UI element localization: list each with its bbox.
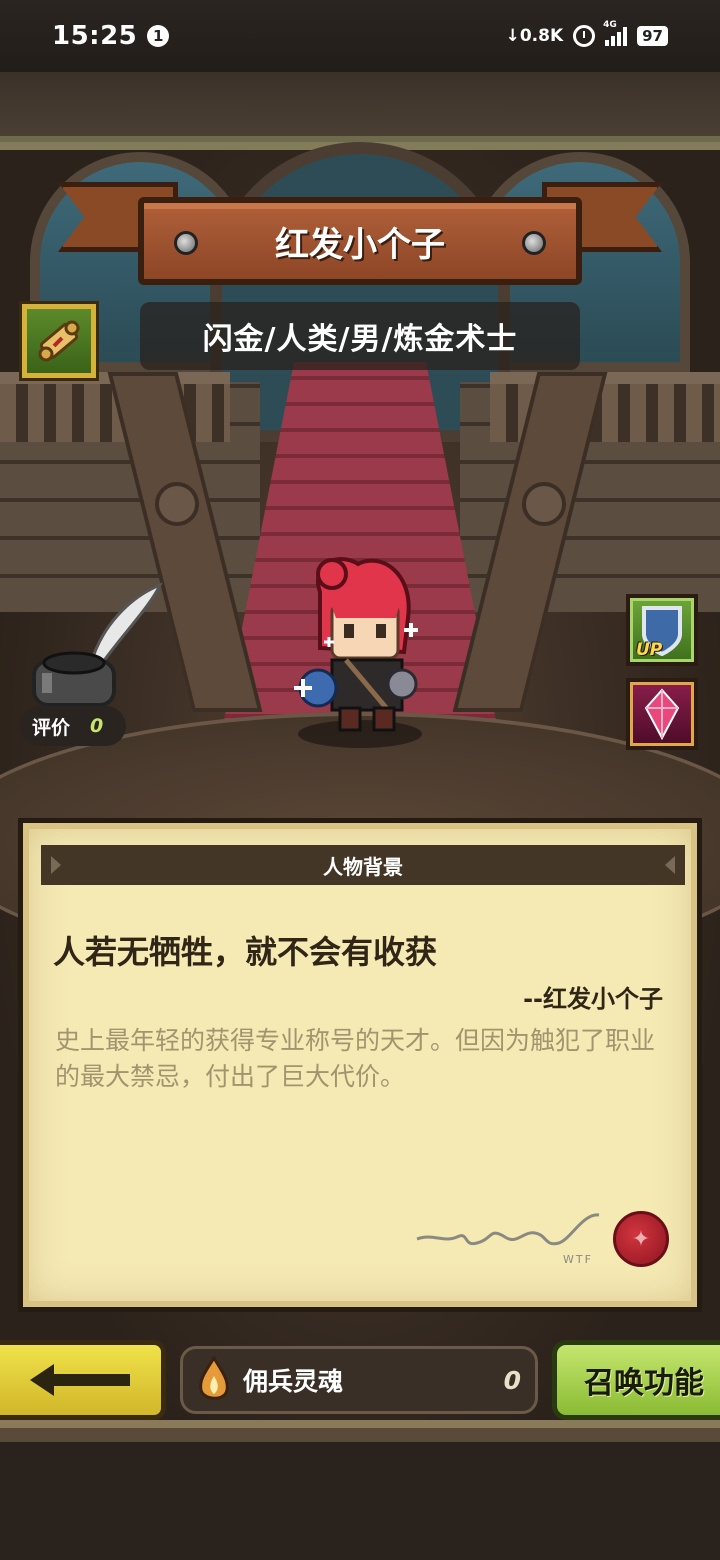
rating-label: 评价: [32, 716, 71, 739]
triangle-right-icon: [665, 856, 675, 874]
quote-attribution: --红发小个子: [523, 985, 663, 1013]
upgrade-button[interactable]: UP: [626, 594, 698, 666]
hero-sprite[interactable]: [280, 552, 440, 752]
alarm-icon: [573, 25, 596, 47]
bottom-bar: 佣兵灵魂 0 召唤功能: [0, 1336, 720, 1420]
download-speed: ↓0.8K: [505, 26, 564, 46]
status-time: 15:25: [52, 21, 138, 51]
summon-button[interactable]: 召唤功能: [552, 1340, 720, 1420]
status-icons: ↓0.8K 4G 97: [505, 20, 668, 47]
soul-label: 佣兵灵魂: [243, 1367, 344, 1396]
rail-post: [155, 482, 199, 526]
upgrade-label: UP: [636, 640, 663, 660]
status-bar: 15:25 1 ↓0.8K 4G 97: [0, 0, 720, 72]
hero-quote: 人若无牺牲，就不会有收获: [53, 933, 438, 971]
ground-floor: [0, 1420, 720, 1560]
signature: WTF: [413, 1203, 613, 1273]
inkpot-quill-icon[interactable]: [20, 577, 170, 707]
scroll-button[interactable]: [22, 304, 96, 378]
notification-badge: 1: [147, 25, 170, 47]
soul-flame-icon: [199, 1356, 229, 1400]
rating-badge: 评价 0: [20, 706, 126, 746]
signal-icon: 4G: [603, 20, 628, 46]
triangle-left-icon: [51, 856, 61, 874]
rating-value: 0: [90, 715, 104, 737]
signature-caption: WTF: [563, 1253, 593, 1266]
crystal-icon: [644, 688, 680, 740]
hero-subtitle: 闪金/人类/男/炼金术士: [140, 302, 580, 370]
game-scene: 红发小个子 闪金/人类/男/炼金术士 评价 0 UP 人物背景 人若无牺牲，就不…: [0, 72, 720, 1460]
title-banner: 红发小个子: [58, 162, 662, 292]
crystal-button[interactable]: [626, 678, 698, 750]
wax-seal-icon: ✦: [613, 1211, 669, 1267]
back-button[interactable]: [0, 1340, 166, 1420]
rivet-icon: [174, 231, 198, 255]
battery-indicator: 97: [637, 26, 668, 46]
mercenary-soul-counter: 佣兵灵魂 0: [180, 1346, 538, 1414]
wall-top: [0, 72, 720, 150]
scroll-icon: [38, 320, 80, 362]
panel-header: 人物背景: [41, 845, 685, 885]
soul-count: 0: [503, 1365, 521, 1395]
hero-description: 史上最年轻的获得专业称号的天才。但因为触犯了职业的最大禁忌，付出了巨大代价。: [55, 1026, 656, 1091]
rail-post: [522, 482, 566, 526]
panel-header-title: 人物背景: [323, 854, 403, 879]
arrow-left-icon: [29, 1364, 130, 1396]
rivet-icon: [522, 231, 546, 255]
banner-plate: 红发小个子: [138, 197, 582, 285]
hero-name: 红发小个子: [275, 224, 445, 265]
background-story-panel: 人物背景 人若无牺牲，就不会有收获 --红发小个子 史上最年轻的获得专业称号的天…: [18, 818, 702, 1312]
